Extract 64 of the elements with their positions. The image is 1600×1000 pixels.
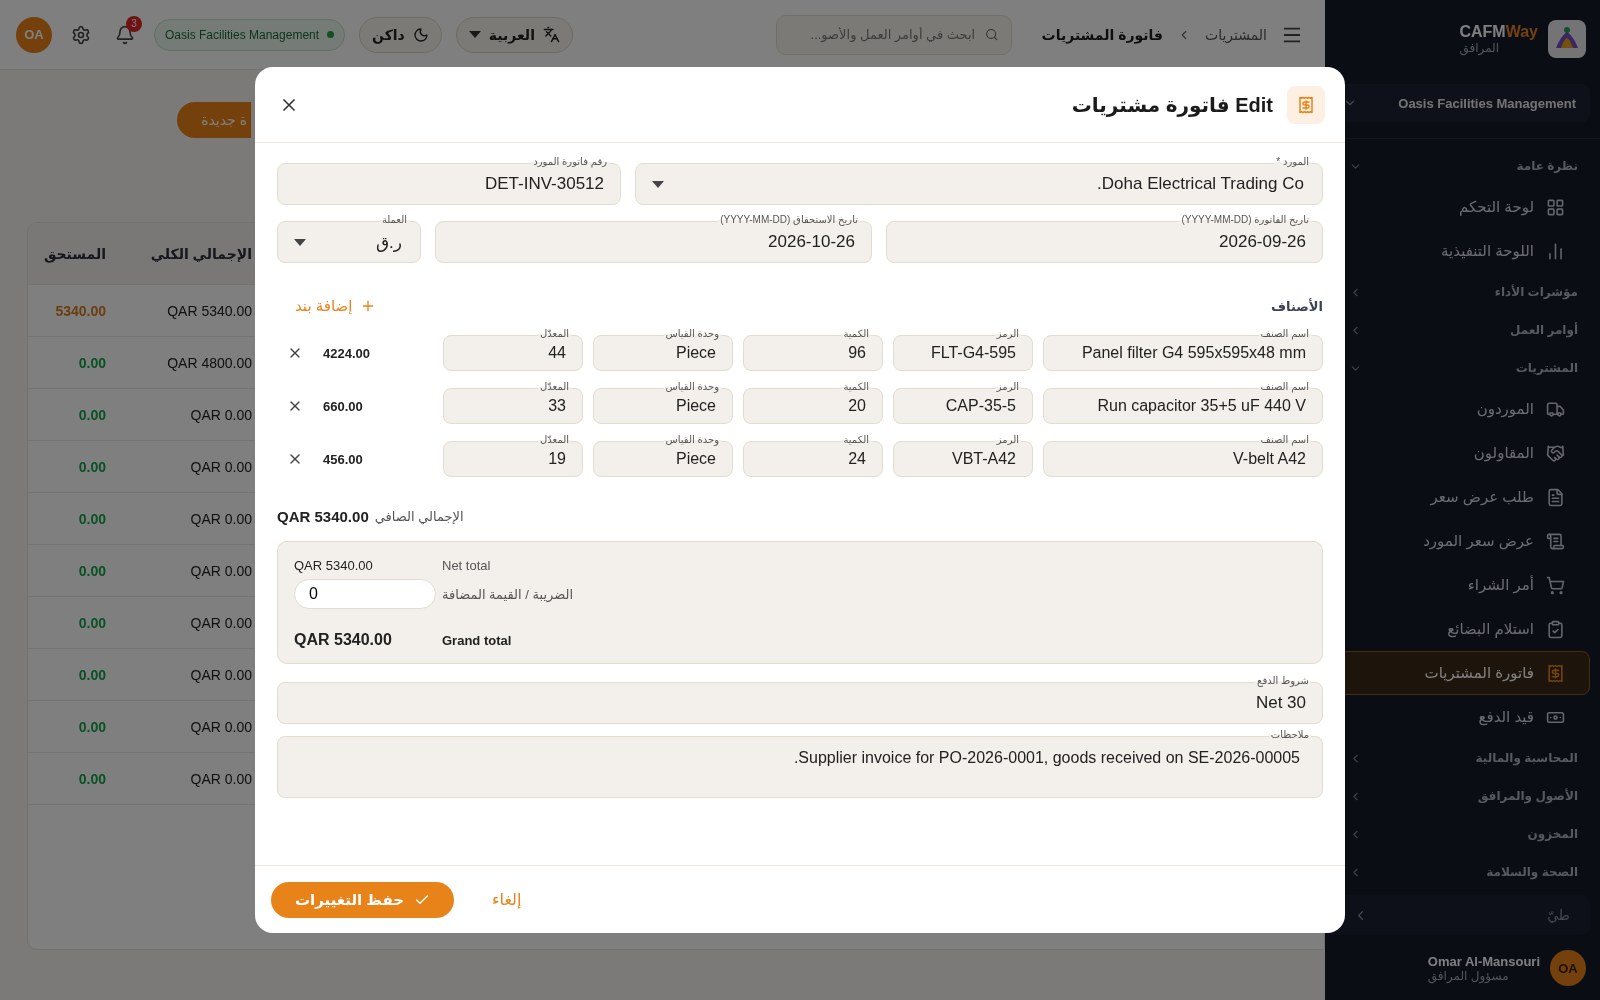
- table-cell: 0.00: [78, 458, 106, 475]
- user-avatar[interactable]: OA: [16, 16, 52, 53]
- table-cell: 0.00: [78, 510, 106, 527]
- table-cell: 0.00: [78, 614, 106, 631]
- breadcrumb-item[interactable]: المشتريات: [1204, 26, 1267, 43]
- column-header: الإجمالي الكلي: [150, 245, 252, 262]
- brand-subtitle: المرافق: [1459, 41, 1500, 55]
- nav-section-header[interactable]: مؤشرات الأداء: [1325, 273, 1600, 311]
- tax-field[interactable]: 0: [294, 579, 436, 609]
- nav-section-header[interactable]: المحاسبة والمالية: [1325, 739, 1600, 777]
- table-cell: 0.00: [78, 718, 106, 735]
- tax-label: الضريبة / القيمة المضافة: [442, 586, 574, 602]
- nav-section-header[interactable]: الأصول والمرافق: [1325, 777, 1600, 815]
- nav-section-header[interactable]: الصحة والسلامة: [1325, 853, 1600, 891]
- table-cell: 0.00: [78, 562, 106, 579]
- table-cell: 0.00: [78, 666, 106, 683]
- column-header: المستحق: [43, 245, 106, 262]
- nav-item[interactable]: عرض سعر المورد: [1315, 519, 1590, 563]
- table-cell: QAR 0.00: [190, 666, 252, 683]
- breadcrumb-item: فاتورة المشتريات: [1041, 26, 1163, 43]
- table-cell: 0.00: [78, 406, 106, 423]
- table-cell: QAR 0.00: [190, 562, 252, 579]
- line-amount: 660.00: [323, 398, 363, 414]
- table-cell: QAR 4800.00: [167, 354, 252, 371]
- nav-section-header[interactable]: المشتريات: [1325, 349, 1600, 387]
- language-select[interactable]: العربية: [455, 16, 573, 53]
- net-total-label: الإجمالي الصافي: [374, 509, 464, 524]
- user-name: Omar Al-Mansouri: [1427, 953, 1540, 969]
- net-total-value: QAR 5340.00: [294, 558, 374, 573]
- table-cell: QAR 5340.00: [167, 302, 252, 319]
- nav-item[interactable]: استلام البضائع: [1315, 607, 1590, 651]
- add-line-button[interactable]: إضافة بند: [277, 297, 395, 315]
- section-title: الأصناف: [1271, 298, 1323, 314]
- table-cell: 0.00: [78, 354, 106, 371]
- line-amount: 456.00: [323, 451, 363, 467]
- line-amount: 4224.00: [323, 345, 370, 361]
- cancel-button[interactable]: إلغاء: [484, 886, 530, 913]
- save-button[interactable]: حفظ التغييرات: [271, 881, 454, 918]
- table-cell: QAR 0.00: [190, 406, 252, 423]
- new-invoice-button[interactable]: ة جديدة: [177, 102, 251, 138]
- net-total-label: Net total: [442, 558, 492, 573]
- nav-section-header[interactable]: أوامر العمل: [1325, 311, 1600, 349]
- nav-section-header[interactable]: نظرة عامة: [1325, 147, 1600, 185]
- table-cell: QAR 0.00: [190, 770, 252, 787]
- table-cell: 0.00: [78, 770, 106, 787]
- theme-toggle[interactable]: داكن: [359, 16, 442, 53]
- nav-item[interactable]: طلب عرض سعر: [1315, 475, 1590, 519]
- field-label: المورد *: [1274, 155, 1311, 169]
- table-cell: QAR 0.00: [190, 718, 252, 735]
- user-avatar: OA: [1550, 950, 1586, 986]
- grand-total-value: QAR 5340.00: [294, 631, 393, 649]
- grand-total-label: Grand total: [442, 632, 513, 648]
- brand-name: CAFMWay: [1459, 23, 1538, 41]
- dialog-title: Edit فاتورة مشتريات: [1071, 92, 1273, 117]
- table-cell: QAR 0.00: [190, 458, 252, 475]
- user-role: مسؤول المرافق: [1427, 968, 1509, 983]
- nav-item[interactable]: أمر الشراء: [1315, 563, 1590, 607]
- organization-chip[interactable]: Oasis Facilities Management: [154, 18, 346, 51]
- nav-section-header[interactable]: المخزون: [1325, 815, 1600, 853]
- notification-badge: 3: [126, 15, 142, 32]
- table-cell: QAR 0.00: [190, 614, 252, 631]
- table-cell: 5340.00: [55, 302, 106, 319]
- net-total-value: QAR 5340.00: [277, 508, 369, 525]
- table-cell: QAR 0.00: [190, 510, 252, 527]
